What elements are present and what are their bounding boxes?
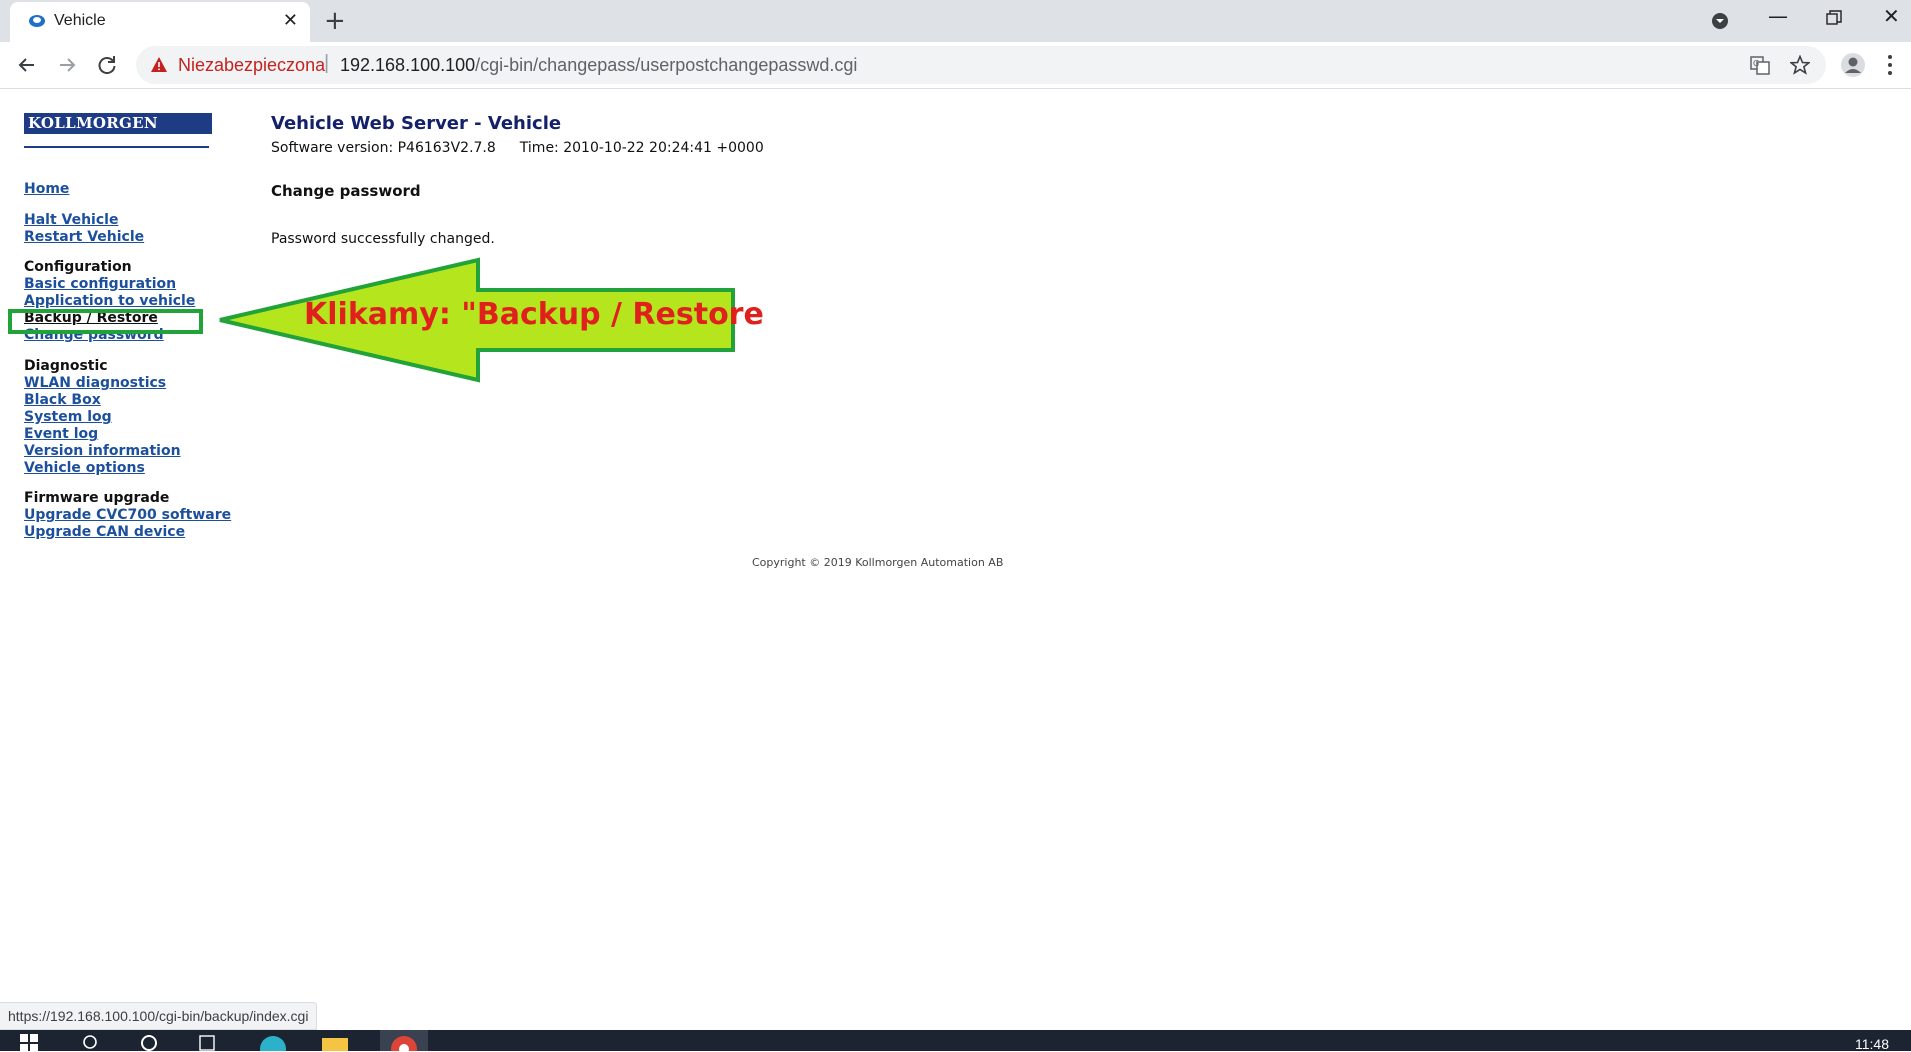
section-heading: Change password [271, 182, 421, 200]
nav-vehicle-options[interactable]: Vehicle options [24, 460, 231, 477]
copyright: Copyright © 2019 Kollmorgen Automation A… [752, 556, 1004, 569]
edge-browser-icon[interactable] [258, 1034, 288, 1051]
tab-strip: Vehicle ✕ + — ✕ [0, 0, 1911, 42]
nav-version-information[interactable]: Version information [24, 443, 231, 460]
close-window-icon[interactable]: ✕ [1883, 4, 1900, 28]
taskbar-clock: 11:48 [1855, 1036, 1889, 1052]
security-label[interactable]: Niezabezpieczona [178, 55, 325, 76]
search-icon[interactable] [82, 1034, 98, 1051]
bookmark-star-icon[interactable] [1790, 55, 1810, 75]
os-taskbar: 11:48 [0, 1030, 1911, 1052]
close-tab-icon[interactable]: ✕ [283, 10, 298, 31]
annotation-text: Klikamy: "Backup / Restore [304, 297, 764, 332]
page-title: Vehicle Web Server - Vehicle [271, 113, 562, 134]
menu-dots-icon[interactable] [1886, 54, 1894, 76]
highlight-box [8, 309, 203, 334]
profile-avatar-icon[interactable] [1840, 52, 1866, 78]
url-text[interactable]: 192.168.100.100/cgi-bin/changepass/userp… [340, 55, 857, 76]
minimize-icon[interactable]: — [1768, 4, 1788, 28]
server-info: Software version: P46163V2.7.8 Time: 2010… [271, 140, 764, 156]
nav-application-to-vehicle[interactable]: Application to vehicle [24, 293, 231, 310]
nav-system-log[interactable]: System log [24, 409, 231, 426]
kollmorgen-logo: KOLLMORGEN [24, 113, 212, 134]
nav-basic-configuration[interactable]: Basic configuration [24, 276, 231, 293]
chrome-taskbar-button[interactable] [380, 1030, 428, 1051]
nav-upgrade-cvc700[interactable]: Upgrade CVC700 software [24, 507, 231, 524]
nav-section-configuration: Configuration [24, 259, 132, 275]
url-separator: | [324, 52, 330, 74]
browser-toolbar: Niezabezpieczona | 192.168.100.100/cgi-b… [0, 42, 1911, 89]
logo-text: KOLLMORGEN [28, 114, 158, 132]
file-explorer-icon[interactable] [320, 1034, 350, 1051]
success-message: Password successfully changed. [271, 231, 495, 247]
link-status-bubble: https://192.168.100.100/cgi-bin/backup/i… [0, 1002, 318, 1030]
side-navigation: Home Halt Vehicle Restart Vehicle Config… [24, 181, 231, 541]
app-icon[interactable] [198, 1034, 218, 1051]
logo-underline [24, 146, 209, 148]
nav-restart-vehicle[interactable]: Restart Vehicle [24, 229, 231, 246]
server-time: Time: 2010-10-22 20:24:41 +0000 [519, 140, 764, 156]
nav-event-log[interactable]: Event log [24, 426, 231, 443]
svg-text:G: G [1753, 59, 1759, 68]
reload-icon[interactable] [94, 52, 120, 78]
chrome-icon [391, 1036, 417, 1051]
windows-start-icon[interactable] [20, 1034, 38, 1051]
task-view-icon[interactable] [140, 1034, 158, 1051]
url-host: 192.168.100.100 [340, 55, 476, 75]
nav-black-box[interactable]: Black Box [24, 392, 231, 409]
nav-home[interactable]: Home [24, 181, 231, 198]
tab-title: Vehicle [54, 12, 106, 29]
nav-halt-vehicle[interactable]: Halt Vehicle [24, 212, 231, 229]
tab-search-icon[interactable] [1711, 12, 1729, 30]
browser-tab[interactable]: Vehicle ✕ [10, 2, 310, 42]
address-bar[interactable]: Niezabezpieczona | 192.168.100.100/cgi-b… [136, 46, 1826, 84]
forward-icon[interactable] [54, 52, 80, 78]
back-icon[interactable] [14, 52, 40, 78]
nav-wlan-diagnostics[interactable]: WLAN diagnostics [24, 375, 231, 392]
nav-upgrade-can-device[interactable]: Upgrade CAN device [24, 524, 231, 541]
restore-window-icon[interactable] [1826, 10, 1842, 26]
nav-section-diagnostic: Diagnostic [24, 358, 108, 374]
site-favicon-icon [29, 15, 45, 27]
new-tab-icon[interactable]: + [324, 6, 346, 36]
nav-section-firmware-upgrade: Firmware upgrade [24, 490, 170, 506]
url-path: /cgi-bin/changepass/userpostchangepasswd… [475, 55, 858, 75]
software-version: Software version: P46163V2.7.8 [271, 140, 496, 156]
warning-icon [151, 57, 167, 72]
translate-icon[interactable]: G [1750, 55, 1770, 75]
